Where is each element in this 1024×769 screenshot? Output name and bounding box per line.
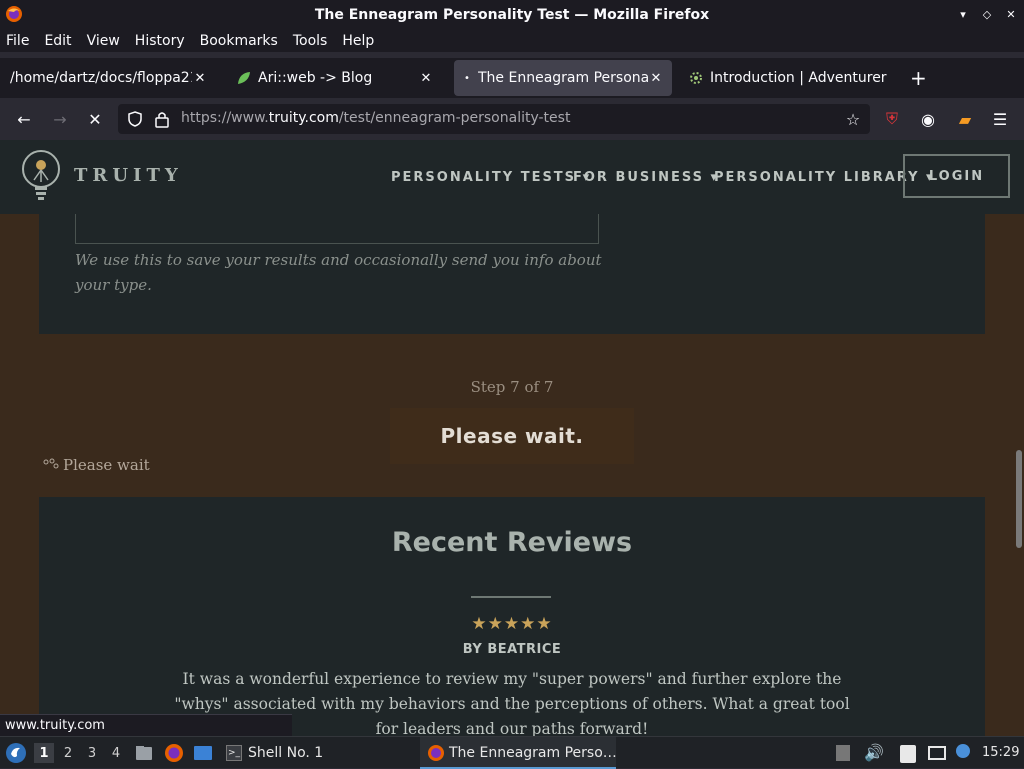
spinner-icon [43,458,59,469]
window-titlebar: The Enneagram Personality Test — Mozilla… [0,0,1024,30]
reviews-title: Recent Reviews [391,527,633,558]
nav-for-business[interactable]: FOR BUSINESS ▾ [573,170,719,185]
task-shell-label: Shell No. 1 [248,745,324,761]
wait-indicator: Please wait [42,456,150,474]
menu-edit[interactable]: Edit [44,33,71,49]
tab-enneagram[interactable]: • The Enneagram Personal ✕ [454,60,672,96]
window-controls: ▾ ◇ ✕ [956,7,1018,21]
lock-icon[interactable] [154,110,170,128]
back-arrow-icon[interactable]: ← [13,108,35,130]
loading-dot-icon: • [464,72,470,84]
menu-bar: File Edit View History Bookmarks Tools H… [0,30,1024,52]
window-title: The Enneagram Personality Test — Mozilla… [314,7,710,23]
tab-bar: /home/dartz/docs/floppa21.l ✕ Ari::web -… [0,58,1024,98]
menu-view[interactable]: View [87,33,120,49]
close-tab-icon[interactable]: ✕ [192,71,208,86]
task-shell[interactable]: >_ Shell No. 1 [226,737,323,769]
file-manager-icon[interactable] [134,743,154,763]
terminal-icon: >_ [226,745,242,761]
ublock-icon[interactable]: ⛨ [881,108,903,130]
tab-label: The Enneagram Personal [478,70,648,86]
workspace-3[interactable]: 3 [82,743,102,763]
url-path: /test/enneagram-personality-test [338,110,571,126]
taskbar: 1 2 3 4 >_ Shell No. 1 The Enneagram Per… [0,736,1024,769]
firefox-icon [6,6,22,22]
tab-floppa[interactable]: /home/dartz/docs/floppa21.l ✕ [2,60,216,96]
update-icon[interactable] [956,744,970,758]
upload-icon[interactable] [836,745,850,761]
maximize-icon[interactable]: ◇ [980,7,994,21]
task-firefox-label: The Enneagram Perso… [449,745,617,761]
bookmark-star-icon[interactable]: ☆ [842,108,864,130]
nav-personality-library[interactable]: PERSONALITY LIBRARY ▾ [714,170,935,185]
star-rating: ★★★★★ [471,614,553,634]
shield-icon[interactable] [126,110,144,128]
tab-label: Introduction | Adventurer [710,70,887,86]
close-icon[interactable]: ✕ [1004,7,1018,21]
task-firefox-label-wrap[interactable]: The Enneagram Perso… [427,737,617,769]
desktop-icon[interactable] [193,743,213,763]
menu-bookmarks[interactable]: Bookmarks [200,33,278,49]
url-host: truity.com [268,110,339,126]
url-prefix: https://www. [181,110,269,126]
clock: 15:29 [982,745,1020,760]
clipboard-icon[interactable] [900,745,916,763]
workspace-4[interactable]: 4 [106,743,126,763]
web-page: TRUITY PERSONALITY TESTS ▾ FOR BUSINESS … [0,140,1024,736]
hamburger-menu-icon[interactable]: ☰ [989,108,1011,130]
new-tab-icon[interactable]: + [910,66,927,90]
minimize-icon[interactable]: ▾ [956,7,970,21]
wait-text: Please wait [63,456,150,474]
extension-mask-icon[interactable]: ◉ [917,108,939,130]
nav-personality-tests[interactable]: PERSONALITY TESTS ▾ [391,170,591,185]
forward-arrow-icon[interactable]: → [49,108,71,130]
network-icon[interactable] [928,746,946,760]
site-header: TRUITY PERSONALITY TESTS ▾ FOR BUSINESS … [0,140,1024,214]
firefox-launcher-icon[interactable] [164,743,184,763]
login-button[interactable]: LOGIN [903,154,1010,198]
close-tab-icon[interactable]: ✕ [648,71,664,86]
volume-icon[interactable]: 🔊 [864,743,884,762]
tab-label: Ari::web -> Blog [258,70,373,86]
tab-adventurer[interactable]: Introduction | Adventurer [680,60,900,96]
leaf-icon [238,72,250,84]
firefox-task-icon [428,745,444,761]
review-byline: BY BEATRICE [462,642,562,657]
tab-ariweb[interactable]: Ari::web -> Blog ✕ [228,60,442,96]
submit-wait-button[interactable]: Please wait. [390,408,634,464]
menu-history[interactable]: History [135,33,185,49]
status-link-preview: www.truity.com [0,714,292,736]
divider [471,596,551,598]
reviews-section: Recent Reviews ★★★★★ BY BEATRICE It was … [39,497,985,736]
workspace-2[interactable]: 2 [58,743,78,763]
menu-file[interactable]: File [6,33,29,49]
gear-icon [690,72,702,84]
lightbulb-logo-icon[interactable] [20,148,62,202]
email-field[interactable] [75,214,599,244]
page-scrollbar[interactable] [1016,450,1022,548]
stop-icon[interactable]: ✕ [84,108,106,130]
menu-help[interactable]: Help [342,33,374,49]
menu-tools[interactable]: Tools [293,33,328,49]
close-tab-icon[interactable]: ✕ [418,71,434,86]
extension-bucket-icon[interactable]: ▰ [954,108,976,130]
step-indicator: Step 7 of 7 [470,378,554,396]
workspace-1[interactable]: 1 [34,743,54,763]
tab-label: /home/dartz/docs/floppa21.l [10,70,192,86]
start-menu-icon[interactable] [5,742,27,764]
url-text[interactable]: https://www.truity.com/test/enneagram-pe… [181,110,570,126]
logo-text[interactable]: TRUITY [74,165,183,186]
email-note: We use this to save your results and occ… [75,251,602,294]
